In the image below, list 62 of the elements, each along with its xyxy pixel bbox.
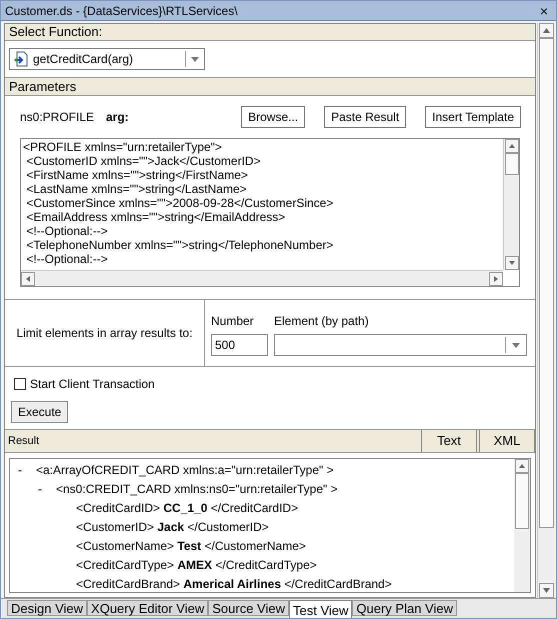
scroll-down-icon — [504, 256, 518, 270]
element-dropdown[interactable] — [274, 334, 527, 356]
tree-node[interactable]: <CreditCardBrand> Americal Airlines </CreditCardBrand> — [76, 574, 392, 592]
horizontal-scrollbar[interactable] — [21, 270, 503, 286]
vertical-scrollbar[interactable] — [514, 459, 530, 592]
toolbar-button[interactable]: Browse... — [241, 106, 306, 128]
tree-node[interactable]: <CustomerID> Jack </CustomerID> — [76, 518, 269, 536]
tree-node[interactable]: <CustomerName> Test </CustomerName> — [76, 536, 306, 554]
scroll-up-icon — [515, 459, 529, 473]
number-label: Number — [211, 313, 255, 330]
code-line: <EmailAddress xmlns="">string</EmailAddress> — [25, 210, 286, 224]
scroll-up-icon — [538, 23, 554, 38]
view-tab[interactable]: Query Plan View — [352, 600, 457, 616]
tree-node[interactable]: <CreditCardType> AMEX </CreditCardType> — [76, 556, 317, 574]
code-line: <LastName xmlns="">string</LastName> — [25, 182, 247, 196]
tree-toggle[interactable]: - — [38, 480, 56, 498]
view-tab[interactable]: XQuery Editor View — [87, 600, 208, 616]
code-line: <FirstName xmlns="">string</FirstName> — [25, 168, 248, 182]
checkbox[interactable] — [14, 378, 26, 390]
code-line: <CustomerID xmlns="">Jack</CustomerID> — [25, 154, 261, 168]
view-tab[interactable]: Test View — [288, 600, 352, 618]
checkbox-label: Start Client Transaction — [30, 376, 155, 393]
view-tab[interactable]: Design View — [7, 600, 88, 616]
dropdown-caret-icon — [191, 56, 199, 62]
function-icon — [14, 51, 29, 67]
function-dropdown[interactable]: getCreditCard(arg) — [9, 48, 205, 70]
scrollbar-thumb[interactable] — [504, 153, 518, 175]
tree-toggle[interactable]: - — [18, 460, 36, 478]
section-header: Parameters — [5, 77, 535, 96]
toolbar-button[interactable]: Paste Result — [324, 106, 406, 128]
dropdown-caret-icon — [512, 342, 520, 348]
scroll-right-icon — [489, 272, 503, 286]
tree-node[interactable]: <ns0:CREDIT_CARD xmlns:ns0="urn:retailerType" > — [56, 480, 338, 498]
code-line: <CustomerSince xmlns="">2008-09-28</CustomerSince> — [25, 196, 334, 210]
scrollbar-thumb[interactable] — [515, 473, 529, 529]
function-value: getCreditCard(arg) — [33, 51, 134, 68]
parameter-name: arg: — [106, 109, 129, 126]
parameter-type: ns0:PROFILE — [20, 109, 96, 126]
scroll-up-icon — [504, 139, 518, 153]
code-line: <!--Optional:--> — [25, 252, 108, 266]
view-tab[interactable]: Source View — [208, 600, 289, 616]
scrollbar-thumb[interactable] — [538, 38, 554, 528]
window-title: Customer.ds - {DataServices}\RTLServices\ — [5, 2, 238, 20]
view-toggle-button[interactable]: XML — [479, 430, 535, 452]
view-toggle-button[interactable]: Text — [421, 430, 477, 452]
code-line: <TelephoneNumber xmlns="">string</TelephoneNumber> — [25, 238, 334, 252]
number-field[interactable]: 500 — [211, 334, 268, 356]
scroll-left-icon — [21, 272, 35, 286]
tree-node[interactable]: <a:ArrayOfCREDIT_CARD xmlns:a="urn:retailerType" > — [36, 460, 334, 478]
element-label: Element (by path) — [274, 313, 369, 330]
execute-button[interactable]: Execute — [11, 401, 68, 423]
vertical-scrollbar[interactable] — [537, 23, 554, 598]
tree-node[interactable]: <CreditCardID> CC_1_0 </CreditCardID> — [76, 498, 298, 516]
xml-editor[interactable] — [20, 138, 520, 287]
result-label: Result — [7, 434, 40, 449]
code-line: <PROFILE xmlns="urn:retailerType"> — [23, 140, 222, 154]
limit-label: Limit elements in array results to: — [16, 325, 193, 342]
close-button[interactable]: × — [536, 4, 552, 18]
vertical-scrollbar[interactable] — [503, 139, 519, 270]
code-line: <!--Optional:--> — [25, 224, 108, 238]
toolbar-button[interactable]: Insert Template — [425, 106, 521, 128]
section-header: Select Function: — [5, 24, 535, 41]
